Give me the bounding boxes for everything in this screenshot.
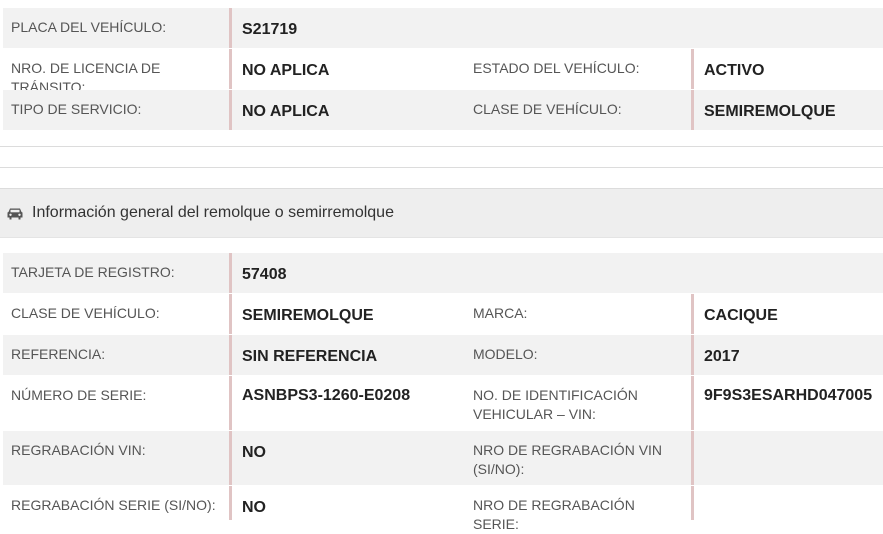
field-row-class: CLASE DE VEHÍCULO: SEMIREMOLQUE MARCA: C…: [3, 294, 883, 334]
field-label: CLASE DE VEHÍCULO:: [473, 101, 622, 117]
field-label: REGRABACIÓN VIN:: [11, 442, 146, 458]
field-value: [691, 431, 883, 485]
field-row-serial-regrab: REGRABACIÓN SERIE (SI/NO): NO NRO DE REG…: [3, 486, 883, 532]
field-row-service: TIPO DE SERVICIO: NO APLICA CLASE DE VEH…: [3, 90, 883, 130]
field-label: TIPO DE SERVICIO:: [11, 101, 142, 117]
car-icon: [7, 206, 23, 220]
section-header-trailer: Información general del remolque o semir…: [0, 188, 883, 238]
field-value: SEMIREMOLQUE: [691, 90, 883, 130]
divider: [0, 146, 883, 147]
field-value: NO: [229, 431, 465, 485]
field-label: MARCA:: [473, 305, 528, 321]
field-row-serial: NÚMERO DE SERIE: ASNBPS3-1260-E0208 NO. …: [3, 376, 883, 430]
field-value: ACTIVO: [691, 49, 883, 89]
field-value: SIN REFERENCIA: [229, 335, 465, 375]
field-value: S21719: [229, 8, 883, 48]
field-label: ESTADO DEL VEHÍCULO:: [473, 60, 640, 76]
field-label: REGRABACIÓN SERIE (SI/NO):: [11, 497, 216, 513]
field-value: 9F9S3ESARHD047005: [691, 376, 883, 430]
field-value: NO APLICA: [229, 49, 465, 89]
field-row-license: NRO. DE LICENCIA DE TRÁNSITO: NO APLICA …: [3, 49, 883, 95]
field-label: NRO DE REGRABACIÓN VIN (SI/NO):: [473, 442, 663, 477]
field-label: REFERENCIA:: [11, 346, 106, 362]
field-value: CACIQUE: [691, 294, 883, 334]
field-label: PLACA DEL VEHÍCULO:: [11, 19, 167, 35]
field-value: NO: [229, 486, 465, 520]
field-row-plate: PLACA DEL VEHÍCULO: S21719: [3, 8, 883, 48]
section-title: Información general del remolque o semir…: [32, 204, 394, 221]
divider: [0, 167, 883, 168]
field-label: TARJETA DE REGISTRO:: [11, 264, 175, 280]
field-value: NO APLICA: [229, 90, 465, 130]
field-row-vin-regrab: REGRABACIÓN VIN: NO NRO DE REGRABACIÓN V…: [3, 431, 883, 485]
field-label: NO. DE IDENTIFICACIÓN VEHICULAR – VIN:: [473, 387, 638, 422]
field-value: [691, 486, 883, 520]
field-value: 2017: [691, 335, 883, 375]
field-row-registration: TARJETA DE REGISTRO: 57408: [3, 253, 883, 293]
field-label: MODELO:: [473, 346, 538, 362]
field-label: NRO DE REGRABACIÓN SERIE:: [473, 497, 635, 532]
field-label: CLASE DE VEHÍCULO:: [11, 305, 160, 321]
field-row-reference: REFERENCIA: SIN REFERENCIA MODELO: 2017: [3, 335, 883, 375]
field-value: SEMIREMOLQUE: [229, 294, 465, 334]
field-label: NRO. DE LICENCIA DE TRÁNSITO:: [11, 60, 161, 95]
field-value: 57408: [229, 253, 883, 293]
field-value: ASNBPS3-1260-E0208: [229, 376, 465, 430]
field-label: NÚMERO DE SERIE:: [11, 387, 147, 403]
